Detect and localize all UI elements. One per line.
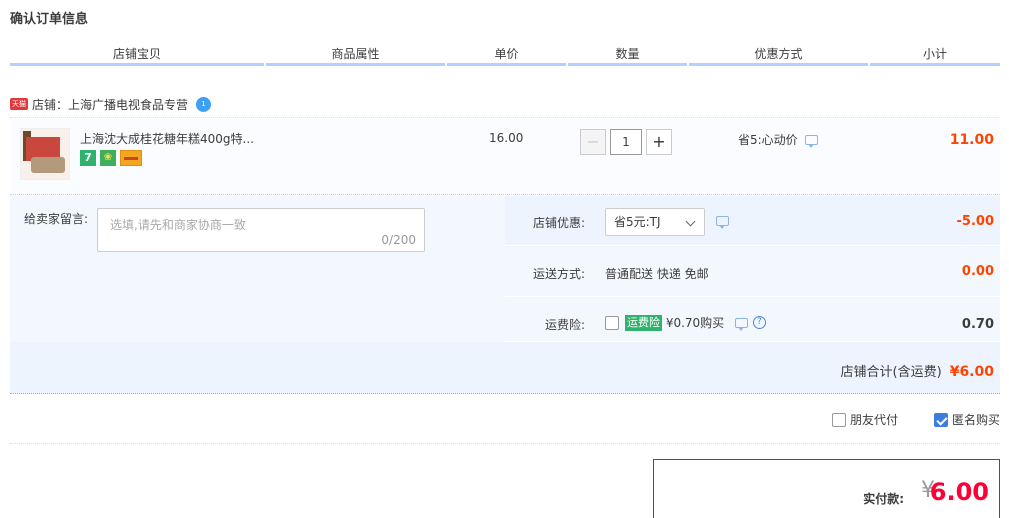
memo-pane: 给卖家留言: 选填,请先和商家协商一致 0/200 [10,196,505,342]
item-subtotal: 11.00 [949,132,994,148]
discount-label: 省5:心动价 [738,133,798,147]
divider [10,443,1000,444]
purchase-options: 朋友代付 匿名购买 [831,411,1000,428]
shipping-row: 运送方式: 普通配送 快递 免邮 0.00 [505,247,1000,297]
unit-price: 16.00 [489,131,524,145]
column-header-quantity: 数量 [568,46,687,66]
shipping-amount: 0.00 [961,264,994,279]
column-header-subtotal: 小计 [870,46,1000,66]
comment-icon[interactable] [735,317,749,331]
product-title-link[interactable]: 上海沈大成桂花糖年糕400g特... [80,130,254,147]
payment-label: 实付款: [863,492,904,506]
increase-quantity-button[interactable]: + [646,129,672,155]
shop-row: 天猫 店铺：上海广播电视食品专营 1 [10,96,212,113]
insurance-checkbox[interactable] [605,315,619,330]
anonymous-label[interactable]: 匿名购买 [952,411,1000,428]
quantity-stepper: − 1 + [580,129,672,155]
payment-amount: 6.00 [929,478,989,506]
order-options-area: 给卖家留言: 选填,请先和商家协商一致 0/200 店铺优惠: 省5元:TJ -… [10,196,1000,394]
options-pane: 店铺优惠: 省5元:TJ -5.00 运送方式: 普通配送 快递 免邮 0.00… [505,196,1000,342]
comment-icon[interactable] [716,216,729,229]
friend-pay-checkbox[interactable] [831,412,846,427]
shop-coupon-amount: -5.00 [956,214,994,229]
memo-label: 给卖家留言: [24,212,89,226]
page-title: 确认订单信息 [10,12,89,27]
memo-input[interactable]: 选填,请先和商家协商一致 0/200 [97,208,425,252]
order-item-row: 上海沈大成桂花糖年糕400g特... 7 ❀ 16.00 − 1 + 省5:心动… [10,117,1000,195]
shop-total: 店铺合计(含运费) ¥6.00 [841,361,994,380]
shop-name-link[interactable]: 店铺：上海广播电视食品专营 [32,96,188,113]
column-header-discount: 优惠方式 [689,46,868,66]
memo-placeholder: 选填,请先和商家协商一致 [110,218,246,232]
anonymous-checkbox[interactable] [933,412,948,427]
decrease-quantity-button[interactable]: − [580,129,606,155]
insurance-label: 运费险: [544,318,585,332]
friend-pay-label[interactable]: 朋友代付 [850,411,898,428]
shop-total-label: 店铺合计(含运费) [840,365,942,380]
column-header-attributes: 商品属性 [266,46,445,66]
insurance-option: 运费险 ¥0.70购买 ? [605,314,766,331]
shop-coupon-row: 店铺优惠: 省5元:TJ -5.00 [505,196,1000,246]
shop-coupon-label: 店铺优惠: [532,216,585,230]
seven-day-return-icon[interactable]: 7 [80,150,96,166]
product-thumbnail[interactable] [20,128,70,180]
shop-coupon-select[interactable]: 省5元:TJ [605,208,705,236]
shop-coupon-selected: 省5元:TJ [614,215,661,229]
discount-info: 省5:心动价 [738,131,818,148]
guarantee-icon[interactable]: ❀ [100,150,116,166]
column-header-item: 店铺宝贝 [10,46,264,66]
comment-icon[interactable] [804,134,818,148]
help-icon[interactable]: ? [752,316,766,329]
credit-card-icon[interactable] [120,150,142,166]
insurance-price: ¥0.70购买 [665,316,725,330]
quantity-input[interactable]: 1 [610,129,642,155]
column-header-price: 单价 [447,46,566,66]
chevron-down-icon [685,216,696,227]
memo-char-count: 0/200 [381,233,416,247]
service-icons: 7 ❀ [80,150,142,166]
shipping-label: 运送方式: [532,267,585,281]
insurance-badge: 运费险 [625,314,662,331]
insurance-amount: 0.70 [961,317,994,332]
insurance-row: 运费险: 运费险 ¥0.70购买 ? 0.70 [505,297,1000,342]
shipping-method: 普通配送 快递 免邮 [605,267,709,281]
shop-total-amount: ¥6.00 [949,364,994,380]
column-headers: 店铺宝贝 商品属性 单价 数量 优惠方式 小计 [10,46,1000,66]
chat-icon[interactable]: 1 [196,96,212,112]
payment-summary: 实付款: ¥ 6.00 [653,459,1000,518]
tmall-icon: 天猫 [10,98,28,110]
